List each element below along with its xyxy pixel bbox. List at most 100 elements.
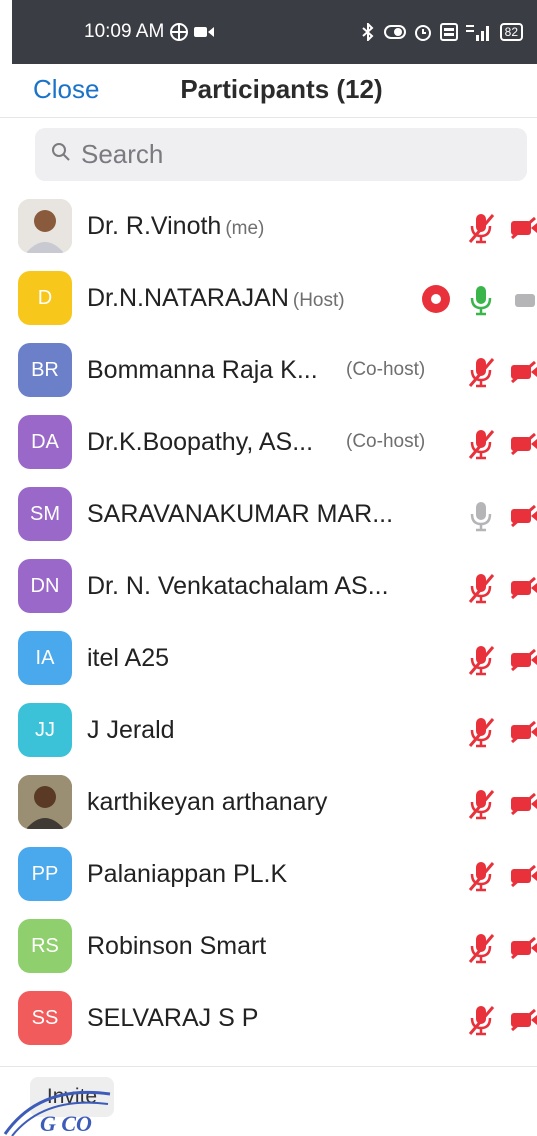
participant-row[interactable]: DN Dr. N. Venkatachalam AS... bbox=[0, 550, 537, 622]
globe-icon bbox=[170, 23, 189, 41]
footer: Invite bbox=[0, 1066, 537, 1136]
avatar-initials: PP bbox=[31, 862, 59, 885]
participant-role-tag: (Co-host) bbox=[346, 431, 426, 452]
video-off-icon[interactable] bbox=[509, 792, 537, 816]
video-on-icon[interactable] bbox=[509, 288, 537, 312]
participant-name-block: Palaniappan PL.K bbox=[87, 860, 287, 889]
participant-row[interactable]: SM SARAVANAKUMAR MAR... bbox=[0, 478, 537, 550]
avatar: IA bbox=[18, 631, 72, 685]
avatar-photo bbox=[18, 199, 72, 253]
mic-muted-icon[interactable] bbox=[466, 1004, 496, 1036]
participant-name: Dr. R.Vinoth bbox=[87, 211, 222, 240]
participant-name: Dr.K.Boopathy, AS... bbox=[87, 427, 314, 456]
participant-row[interactable]: RS Robinson Smart bbox=[0, 910, 537, 982]
avatar-initials: DA bbox=[31, 430, 59, 453]
participant-name: SARAVANAKUMAR MAR... bbox=[87, 499, 394, 528]
avatar: SS bbox=[18, 991, 72, 1045]
participant-name-block: karthikeyan arthanary bbox=[87, 788, 327, 817]
video-off-icon[interactable] bbox=[509, 720, 537, 744]
participant-role-tag: (Host) bbox=[292, 289, 345, 311]
participant-role-tag: (me) bbox=[225, 217, 265, 239]
mic-muted-icon[interactable] bbox=[466, 212, 496, 244]
video-off-icon[interactable] bbox=[509, 432, 537, 456]
participant-row[interactable]: SS SELVARAJ S P bbox=[0, 982, 537, 1054]
avatar-initials: D bbox=[37, 286, 53, 309]
volte-icon bbox=[439, 23, 458, 41]
search-bar[interactable] bbox=[35, 128, 527, 181]
avatar-initials: JJ bbox=[35, 718, 55, 741]
participant-row[interactable]: Dr. R.Vinoth (me) bbox=[0, 190, 537, 262]
search-input[interactable] bbox=[81, 139, 501, 170]
mic-muted-icon[interactable] bbox=[466, 932, 496, 964]
mic-idle-icon[interactable] bbox=[466, 500, 496, 532]
avatar: RS bbox=[18, 919, 72, 973]
video-recording-icon bbox=[194, 25, 215, 39]
toggle-icon bbox=[383, 24, 406, 40]
avatar-initials: RS bbox=[31, 934, 59, 957]
participant-name: karthikeyan arthanary bbox=[87, 787, 328, 816]
participant-row[interactable]: karthikeyan arthanary bbox=[0, 766, 537, 838]
video-off-icon[interactable] bbox=[509, 216, 537, 240]
video-off-icon[interactable] bbox=[509, 576, 537, 600]
video-off-icon[interactable] bbox=[509, 648, 537, 672]
video-off-icon[interactable] bbox=[509, 936, 537, 960]
video-off-icon[interactable] bbox=[509, 864, 537, 888]
alarm-icon bbox=[414, 23, 432, 41]
mic-muted-icon[interactable] bbox=[466, 788, 496, 820]
participant-name: Dr. N. Venkatachalam AS... bbox=[87, 571, 389, 600]
video-off-icon[interactable] bbox=[509, 360, 537, 384]
participant-name-block: itel A25 bbox=[87, 644, 169, 673]
mic-muted-icon[interactable] bbox=[466, 860, 496, 892]
participant-row[interactable]: BR Bommanna Raja K... (Co-host) bbox=[0, 334, 537, 406]
mic-muted-icon[interactable] bbox=[466, 644, 496, 676]
invite-button[interactable]: Invite bbox=[30, 1077, 114, 1117]
avatar-initials: BR bbox=[31, 358, 59, 381]
status-time: 10:09 AM bbox=[84, 21, 165, 42]
avatar: PP bbox=[18, 847, 72, 901]
participant-row[interactable]: DA Dr.K.Boopathy, AS... (Co-host) bbox=[0, 406, 537, 478]
avatar: BR bbox=[18, 343, 72, 397]
participant-row[interactable]: JJ J Jerald bbox=[0, 694, 537, 766]
avatar: DN bbox=[18, 559, 72, 613]
video-off-icon[interactable] bbox=[509, 1008, 537, 1032]
mic-muted-icon[interactable] bbox=[466, 716, 496, 748]
participant-name-block: Dr.K.Boopathy, AS... bbox=[87, 428, 313, 457]
participant-name: Palaniappan PL.K bbox=[87, 859, 288, 888]
participant-name-block: Dr. N. Venkatachalam AS... bbox=[87, 572, 389, 601]
avatar: SM bbox=[18, 487, 72, 541]
participant-row[interactable]: PP Palaniappan PL.K bbox=[0, 838, 537, 910]
participant-name-block: SELVARAJ S P bbox=[87, 1004, 258, 1033]
mic-muted-icon[interactable] bbox=[466, 428, 496, 460]
avatar: D bbox=[18, 271, 72, 325]
avatar-initials: SM bbox=[30, 502, 60, 525]
participant-name: itel A25 bbox=[87, 643, 170, 672]
avatar: JJ bbox=[18, 703, 72, 757]
recording-icon bbox=[422, 285, 450, 313]
mic-on-icon[interactable] bbox=[466, 284, 496, 316]
participant-name: J Jerald bbox=[87, 715, 175, 744]
header: Close Participants (12) bbox=[0, 64, 537, 118]
battery-icon: 82 bbox=[499, 23, 523, 41]
mic-muted-icon[interactable] bbox=[466, 572, 496, 604]
participant-row[interactable]: IA itel A25 bbox=[0, 622, 537, 694]
avatar-photo bbox=[18, 775, 72, 829]
avatar: DA bbox=[18, 415, 72, 469]
participant-name-block: Dr.N.NATARAJAN (Host) bbox=[87, 284, 345, 313]
avatar-initials: IA bbox=[35, 646, 55, 669]
status-left: 10:09 AM bbox=[84, 21, 215, 43]
status-bar: 10:09 AM 82 bbox=[12, 0, 537, 64]
status-right: 82 bbox=[360, 23, 523, 41]
video-off-icon[interactable] bbox=[509, 504, 537, 528]
participant-name: Bommanna Raja K... bbox=[87, 355, 318, 384]
participant-name: SELVARAJ S P bbox=[87, 1003, 259, 1032]
signal-icon bbox=[465, 23, 492, 41]
participant-row[interactable]: D Dr.N.NATARAJAN (Host) bbox=[0, 262, 537, 334]
search-icon bbox=[51, 142, 71, 167]
avatar-initials: SS bbox=[31, 1006, 59, 1029]
participant-name-block: Bommanna Raja K... bbox=[87, 356, 318, 385]
participant-name: Dr.N.NATARAJAN bbox=[87, 283, 289, 312]
participant-name-block: Robinson Smart bbox=[87, 932, 266, 961]
bluetooth-icon bbox=[360, 23, 376, 41]
mic-muted-icon[interactable] bbox=[466, 356, 496, 388]
participant-list: Dr. R.Vinoth (me) D Dr.N.NATARAJAN (Host) BR B… bbox=[0, 190, 537, 1054]
